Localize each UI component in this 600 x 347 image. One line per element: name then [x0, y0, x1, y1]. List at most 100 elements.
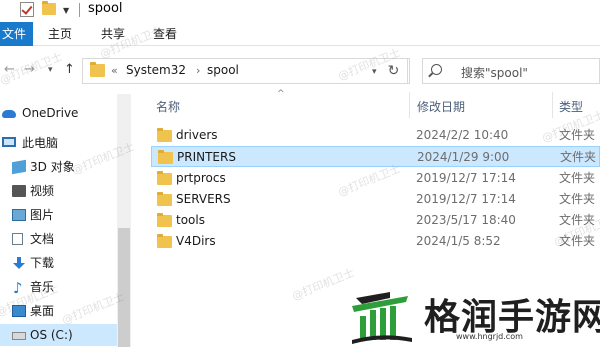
- breadcrumb-chevron-icon[interactable]: ›: [196, 64, 200, 77]
- file-type: 文件夹: [559, 213, 596, 227]
- navigation-pane: OneDrive 此电脑 3D 对象 视频 图片 文档 下载 音乐 桌面 OS …: [0, 94, 117, 347]
- sidebar-item-os-drive[interactable]: OS (C:): [0, 324, 117, 346]
- tab-share[interactable]: 共享: [101, 22, 125, 46]
- properties-check-icon[interactable]: [20, 2, 34, 17]
- sidebar-item-3d-objects[interactable]: 3D 对象: [0, 156, 117, 178]
- breadcrumb-system32[interactable]: System32: [126, 63, 186, 77]
- downloads-icon: [12, 257, 26, 269]
- file-date: 2024/1/5 8:52: [416, 234, 501, 248]
- file-name: prtprocs: [176, 171, 226, 185]
- onedrive-cloud-icon: [2, 110, 16, 118]
- desktop-icon: [12, 305, 26, 317]
- file-type: 文件夹: [559, 192, 596, 206]
- file-name: V4Dirs: [176, 234, 216, 248]
- video-icon: [12, 185, 26, 197]
- 3d-objects-icon: [12, 159, 26, 175]
- file-row-tools[interactable]: tools 2023/5/17 18:40 文件夹: [151, 210, 600, 231]
- file-row-prtprocs[interactable]: prtprocs 2019/12/7 17:14 文件夹: [151, 168, 600, 189]
- sidebar-item-label: OS (C:): [30, 328, 73, 342]
- search-box[interactable]: 搜索"spool": [422, 58, 600, 84]
- folder-icon: [157, 192, 172, 206]
- tab-file[interactable]: 文件: [0, 22, 33, 46]
- title-bar: ▼ spool: [0, 0, 600, 20]
- title-separator: [79, 3, 80, 17]
- sidebar-item-label: 3D 对象: [30, 160, 75, 174]
- refresh-button[interactable]: ↻: [378, 58, 410, 84]
- up-arrow-icon[interactable]: ↑: [64, 62, 75, 77]
- navigation-bar: ← → ▾ ↑ « System32 › spool ▾ ↻ 搜索"spool": [0, 52, 600, 88]
- breadcrumb-spool[interactable]: spool: [207, 63, 239, 77]
- breadcrumb-overflow-icon[interactable]: «: [111, 64, 118, 77]
- file-type: 文件夹: [559, 234, 596, 248]
- recent-locations-chevron-icon[interactable]: ▾: [48, 65, 53, 75]
- address-dropdown-chevron-icon[interactable]: ▾: [372, 67, 377, 77]
- ribbon-tabs: 文件 主页 共享 查看: [0, 22, 600, 46]
- file-row-drivers[interactable]: drivers 2024/2/2 10:40 文件夹: [151, 125, 600, 146]
- music-icon: [12, 277, 26, 299]
- documents-icon: [12, 233, 23, 245]
- column-header-name[interactable]: 名称: [156, 98, 180, 115]
- sidebar-item-label: 视频: [30, 184, 55, 198]
- column-divider[interactable]: [552, 92, 553, 118]
- folder-icon: [157, 171, 172, 185]
- sidebar-item-downloads[interactable]: 下载: [0, 252, 117, 274]
- refresh-icon: ↻: [387, 63, 400, 79]
- sort-ascending-icon: ^: [277, 89, 285, 99]
- address-bar[interactable]: « System32 › spool ▾: [82, 58, 408, 84]
- sidebar-item-videos[interactable]: 视频: [0, 180, 117, 202]
- file-row-servers[interactable]: SERVERS 2019/12/7 17:14 文件夹: [151, 189, 600, 210]
- sidebar-item-label: 文档: [30, 232, 55, 246]
- file-date: 2019/12/7 17:14: [416, 192, 516, 206]
- window-title: spool: [88, 1, 123, 16]
- folder-icon: [90, 62, 105, 77]
- file-date: 2024/2/2 10:40: [416, 128, 509, 142]
- column-header-type[interactable]: 类型: [559, 98, 583, 115]
- sidebar-item-label: OneDrive: [22, 106, 79, 120]
- brand-overlay: 格润手游网 www.hngrjd.com: [344, 282, 600, 347]
- new-folder-icon[interactable]: [42, 1, 56, 15]
- sidebar-item-this-pc[interactable]: 此电脑: [0, 132, 117, 154]
- sidebar-item-label: 此电脑: [22, 136, 59, 150]
- file-row-printers[interactable]: PRINTERS 2024/1/29 9:00 文件夹: [151, 146, 600, 167]
- brand-logo-icon: [352, 292, 412, 344]
- sidebar-item-label: 下载: [30, 256, 55, 270]
- sidebar-item-label: 图片: [30, 208, 55, 222]
- this-pc-icon: [2, 137, 16, 147]
- sidebar-item-label: 音乐: [30, 280, 55, 294]
- pictures-icon: [12, 209, 26, 221]
- sidebar-item-music[interactable]: 音乐: [0, 276, 117, 299]
- file-type: 文件夹: [560, 150, 597, 164]
- sidebar-scroll-thumb[interactable]: [118, 228, 130, 347]
- sidebar-scrollbar[interactable]: [117, 94, 131, 347]
- file-name: PRINTERS: [177, 150, 236, 164]
- drive-icon: [12, 332, 26, 340]
- sidebar-item-pictures[interactable]: 图片: [0, 204, 117, 226]
- column-divider[interactable]: [409, 92, 410, 118]
- file-name: SERVERS: [176, 192, 231, 206]
- file-date: 2019/12/7 17:14: [416, 171, 516, 185]
- search-placeholder: 搜索"spool": [461, 66, 528, 80]
- forward-arrow-icon[interactable]: →: [24, 62, 35, 77]
- sidebar-item-onedrive[interactable]: OneDrive: [0, 102, 117, 124]
- file-name: drivers: [176, 128, 218, 142]
- file-row-v4dirs[interactable]: V4Dirs 2024/1/5 8:52 文件夹: [151, 231, 600, 252]
- tab-home[interactable]: 主页: [48, 22, 72, 46]
- quick-access-dropdown-icon[interactable]: ▼: [63, 6, 69, 15]
- sidebar-item-desktop[interactable]: 桌面: [0, 300, 117, 322]
- brand-url: www.hngrjd.com: [456, 332, 523, 341]
- column-header-date[interactable]: 修改日期: [417, 98, 465, 115]
- sidebar-item-documents[interactable]: 文档: [0, 228, 117, 250]
- back-arrow-icon[interactable]: ←: [4, 62, 15, 77]
- file-date: 2024/1/29 9:00: [417, 150, 510, 164]
- folder-icon: [157, 234, 172, 248]
- file-type: 文件夹: [559, 128, 596, 142]
- file-type: 文件夹: [559, 171, 596, 185]
- sidebar-item-label: 桌面: [30, 304, 55, 318]
- file-name: tools: [176, 213, 205, 227]
- folder-icon: [157, 128, 172, 142]
- file-date: 2023/5/17 18:40: [416, 213, 516, 227]
- folder-icon: [157, 213, 172, 227]
- search-icon: [431, 64, 442, 75]
- folder-icon: [158, 150, 173, 164]
- tab-view[interactable]: 查看: [153, 22, 177, 46]
